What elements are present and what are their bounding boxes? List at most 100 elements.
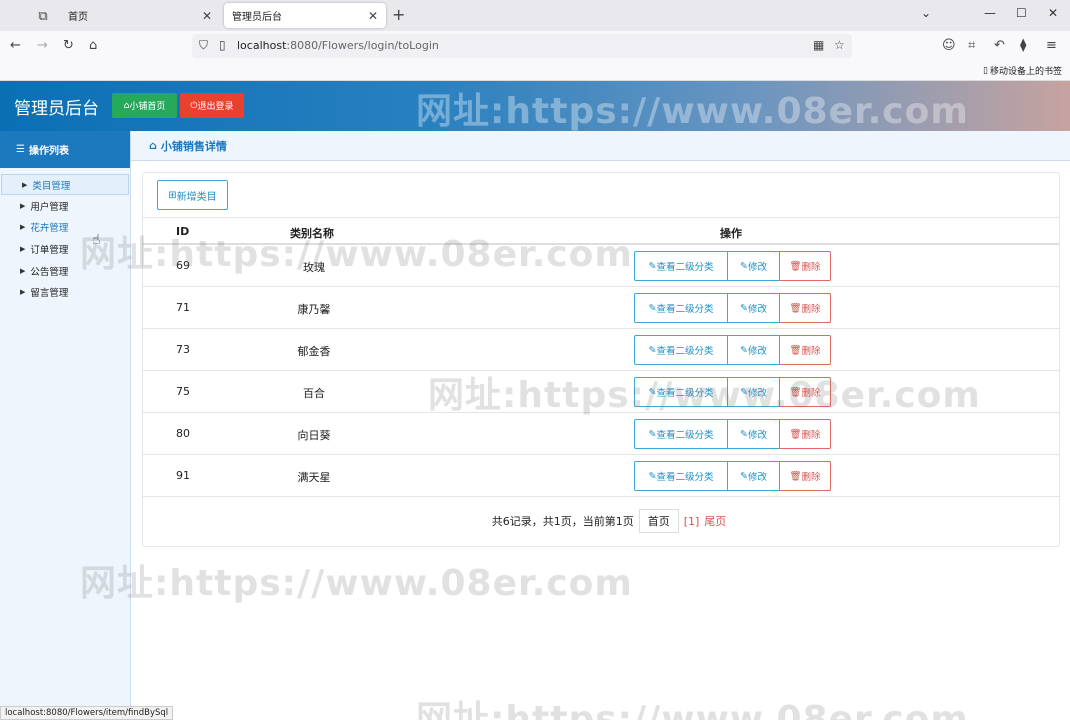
shop-home-label: 小铺首页 — [129, 102, 166, 112]
url-text[interactable]: localhost:8080/Flowers/login/toLogin — [237, 39, 439, 52]
star-icon[interactable]: ☆ — [834, 38, 845, 52]
minimize-icon[interactable]: — — [984, 6, 996, 20]
content-heading-label: 小铺销售详情 — [160, 139, 227, 153]
delete-label: 删除 — [801, 472, 821, 483]
undo-icon[interactable]: ↶ — [994, 38, 1005, 53]
edit-icon: ✎ — [648, 470, 657, 482]
sidebar-item-label: 花卉管理 — [30, 223, 69, 235]
edit-button[interactable]: ✎ 修改 — [727, 461, 780, 491]
view-subcategory-button[interactable]: ✎ 查看二级分类 — [634, 335, 728, 365]
delete-button[interactable]: 🗑 删除 — [779, 419, 831, 449]
extensions-icon[interactable]: ⧫ — [1020, 38, 1026, 53]
table-row: 73 郁金香 ✎ 查看二级分类 ✎ 修改 🗑 删除 — [143, 329, 1059, 371]
caret-right-icon: ▶ — [22, 180, 28, 189]
delete-button[interactable]: 🗑 删除 — [779, 335, 831, 365]
mobile-bookmarks[interactable]: ▯ 移动设备上的书签 — [983, 64, 1062, 78]
maximize-icon[interactable]: ☐ — [1016, 6, 1027, 20]
browser-tab-admin[interactable]: 管理员后台 ✕ — [224, 3, 386, 28]
address-bar[interactable]: ⛉ ▯ localhost:8080/Flowers/login/toLogin… — [192, 34, 852, 58]
sidebar-item-label: 留言管理 — [30, 288, 69, 300]
watermark: 网址:https://www.08er.com — [416, 91, 969, 132]
status-bar-url: localhost:8080/Flowers/item/findBySql — [0, 706, 174, 720]
crop-icon[interactable]: ⌗ — [968, 38, 975, 53]
delete-button[interactable]: 🗑 删除 — [779, 293, 831, 323]
shield-icon[interactable]: ⛉ — [199, 38, 208, 53]
view-subcategory-button[interactable]: ✎ 查看二级分类 — [634, 461, 728, 491]
watermark: 网址:https://www.08er.com — [80, 563, 633, 604]
power-icon: ⏻ — [190, 100, 198, 111]
sidebar-item-label: 订单管理 — [30, 244, 69, 256]
edit-button[interactable]: ✎ 修改 — [727, 335, 780, 365]
qr-code-icon[interactable]: ▦ — [813, 38, 824, 52]
view-subcategory-label: 查看二级分类 — [656, 346, 714, 357]
tab-overflow-icon[interactable]: ⌄ — [921, 6, 931, 20]
back-icon[interactable]: ← — [10, 38, 21, 53]
cell-id: 75 — [176, 385, 190, 398]
sidebar-item-label: 类目管理 — [32, 180, 71, 192]
edit-icon: ✎ — [740, 302, 748, 314]
cell-name: 康乃馨 — [297, 303, 331, 316]
mobile-bookmarks-label: 移动设备上的书签 — [989, 67, 1062, 77]
edit-icon: ✎ — [740, 470, 748, 482]
url-host: localhost — [237, 39, 287, 52]
edit-label: 修改 — [747, 304, 767, 315]
delete-button[interactable]: 🗑 删除 — [779, 251, 831, 281]
caret-right-icon: ▶ — [20, 266, 26, 275]
window-close-icon[interactable]: ✕ — [1048, 6, 1058, 20]
browser-tab-home[interactable]: 首页 ✕ — [60, 3, 220, 28]
cell-id: 73 — [176, 343, 190, 356]
home-icon[interactable]: ⌂ — [89, 38, 97, 53]
close-icon[interactable]: ✕ — [368, 9, 378, 23]
view-subcategory-label: 查看二级分类 — [656, 304, 714, 315]
edit-button[interactable]: ✎ 修改 — [727, 419, 780, 449]
current-page-link[interactable]: [1] — [684, 515, 700, 528]
new-tab-button[interactable]: + — [392, 5, 405, 24]
home-icon: ⌂ — [149, 139, 157, 152]
watermark: 网址:https://www.08er.com — [416, 699, 969, 720]
cell-name: 向日葵 — [297, 429, 331, 442]
sidebar-item-messages[interactable]: ▶ 留言管理 — [0, 282, 130, 303]
tab-title: 首页 — [68, 12, 88, 23]
sidebar-item-users[interactable]: ▶ 用户管理 — [0, 195, 130, 216]
trash-icon: 🗑 — [789, 344, 802, 356]
caret-right-icon: ▶ — [20, 201, 26, 210]
account-icon[interactable]: ☺ — [942, 38, 956, 53]
pagination: 共6记录，共1页，当前第1页 首页 [1] 尾页 — [143, 509, 1059, 533]
table-row: 80 向日葵 ✎ 查看二级分类 ✎ 修改 🗑 删除 — [143, 413, 1059, 455]
browser-tab-bar: ⧉ 首页 ✕ 管理员后台 ✕ + ⌄ — ☐ ✕ — [0, 0, 1070, 31]
watermark: 网址:https://www.08er.com — [80, 234, 633, 275]
edit-icon: ✎ — [648, 260, 657, 272]
sidebar-item-category[interactable]: ▶ 类目管理 — [1, 174, 129, 195]
view-subcategory-button[interactable]: ✎ 查看二级分类 — [634, 293, 728, 323]
view-subcategory-button[interactable]: ✎ 查看二级分类 — [634, 251, 728, 281]
sidebar-heading: ☰ 操作列表 — [0, 131, 130, 168]
last-page-link[interactable]: 尾页 — [704, 513, 726, 529]
forward-icon[interactable]: → — [37, 38, 48, 53]
edit-icon: ✎ — [740, 428, 748, 440]
view-subcategory-label: 查看二级分类 — [656, 472, 714, 483]
view-subcategory-button[interactable]: ✎ 查看二级分类 — [634, 419, 728, 449]
delete-button[interactable]: 🗑 删除 — [779, 461, 831, 491]
close-icon[interactable]: ✕ — [202, 9, 212, 23]
add-category-button[interactable]: ⊞ 新增类目 — [157, 180, 228, 210]
url-path: :8080/Flowers/login/toLogin — [286, 39, 439, 52]
logout-button[interactable]: ⏻ 退出登录 — [180, 93, 244, 118]
reload-icon[interactable]: ↻ — [63, 38, 74, 53]
first-page-link[interactable]: 首页 — [638, 509, 679, 533]
watermark: 网址:https://www.08er.com — [428, 375, 981, 416]
edit-icon: ✎ — [648, 428, 657, 440]
tab-list-icon[interactable]: ⧉ — [30, 6, 56, 26]
edit-button[interactable]: ✎ 修改 — [727, 251, 780, 281]
column-header-actions: 操作 — [720, 227, 742, 240]
trash-icon: 🗑 — [789, 428, 802, 440]
logout-label: 退出登录 — [197, 102, 234, 112]
caret-right-icon: ▶ — [20, 223, 26, 232]
cell-id: 71 — [176, 301, 190, 314]
tab-title: 管理员后台 — [232, 12, 282, 23]
edit-button[interactable]: ✎ 修改 — [727, 293, 780, 323]
shop-home-button[interactable]: ⌂ 小铺首页 — [112, 93, 177, 118]
hand-cursor-icon: ☝ — [92, 232, 101, 248]
sidebar-item-label: 用户管理 — [30, 201, 69, 213]
menu-icon[interactable]: ≡ — [1046, 38, 1057, 53]
edit-icon: ✎ — [740, 344, 748, 356]
